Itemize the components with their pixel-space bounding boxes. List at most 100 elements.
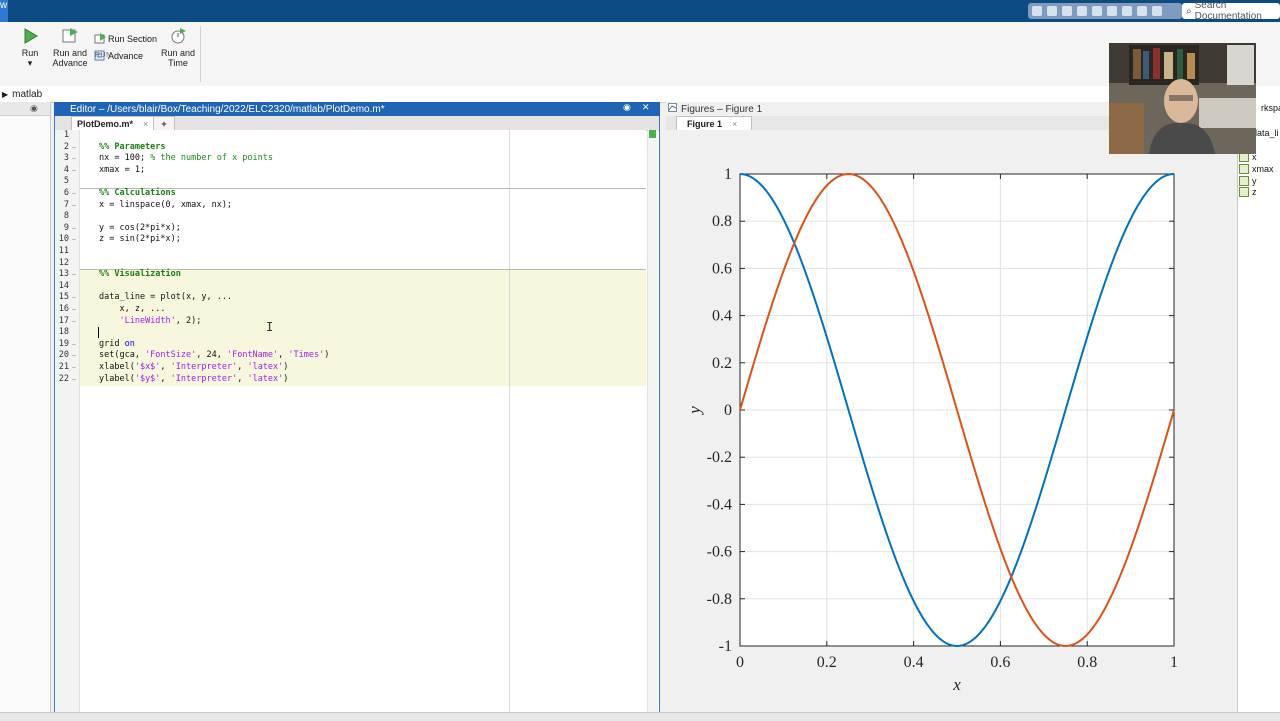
help-icon[interactable] (1137, 6, 1147, 16)
code-line[interactable]: 'LineWidth', 2); (99, 316, 201, 328)
code-line[interactable]: x, z, ... (99, 304, 165, 316)
line-number[interactable]: 9 (55, 223, 69, 235)
breakpoint-dash-icon[interactable]: – (72, 200, 76, 212)
chevron-right-icon[interactable]: ▶ (2, 90, 8, 99)
code-line[interactable]: x = linspace(0, xmax, nx); (99, 200, 232, 212)
line-number[interactable]: 6 (55, 188, 69, 200)
copy-icon[interactable] (1062, 6, 1072, 16)
code-line[interactable]: %% Parameters (99, 142, 166, 154)
minimize-toolstrip-icon[interactable] (1152, 6, 1162, 16)
run-button[interactable]: Run ▾ (16, 28, 44, 68)
breakpoint-dash-icon[interactable]: – (72, 304, 76, 316)
section-fold-icon[interactable]: – (72, 142, 76, 154)
line-number[interactable]: 5 (55, 176, 69, 188)
plot-figure[interactable]: 0 0.2 0.4 0.6 0.8 1 1 0.8 0.6 0.4 0.2 0 -0.2 -0.4 -0.6… (666, 130, 1236, 690)
code-line[interactable]: xmax = 1; (99, 165, 145, 177)
line-number[interactable]: 14 (55, 281, 69, 293)
cut-icon[interactable] (1047, 6, 1057, 16)
line-number[interactable]: 18 (55, 327, 69, 339)
section-fold-icon[interactable]: – (72, 188, 76, 200)
line-number[interactable]: 10 (55, 234, 69, 246)
code-token: %% Calculations (99, 188, 176, 198)
line-number[interactable]: 19 (55, 339, 69, 351)
line-number[interactable]: 13 (55, 269, 69, 281)
panel-options-icon[interactable]: ◉ (623, 102, 631, 113)
workspace-variable[interactable]: z (1239, 187, 1257, 197)
workspace-variable[interactable]: xmax (1239, 164, 1274, 174)
close-icon[interactable]: ✕ (642, 102, 650, 113)
breakpoint-dash-icon[interactable]: – (72, 350, 76, 362)
line-number[interactable]: 7 (55, 200, 69, 212)
search-icon: ⌕ (1186, 5, 1192, 17)
workspace-header-label: rkspa (1261, 103, 1280, 113)
editor-scrollbar[interactable] (647, 130, 658, 712)
variable-icon (1239, 164, 1249, 174)
code-token: 'Interpreter' (170, 362, 238, 372)
code-token: , 24, (196, 350, 227, 361)
code-line[interactable]: ylabel('$y$', 'Interpreter', 'latex') (99, 374, 288, 386)
breakpoint-dash-icon[interactable]: – (72, 234, 76, 246)
code-area[interactable] (80, 130, 646, 712)
section-fold-icon[interactable]: – (72, 269, 76, 281)
panel-options-icon[interactable]: ◉ (30, 103, 40, 113)
line-number[interactable]: 16 (55, 304, 69, 316)
line-number[interactable]: 22 (55, 374, 69, 386)
close-tab-icon[interactable]: × (143, 119, 148, 129)
breakpoint-dash-icon[interactable]: – (72, 316, 76, 328)
run-section-button[interactable]: Run Section (94, 33, 157, 44)
code-line[interactable]: data_line = plot(x, y, ... (99, 292, 232, 304)
run-and-time-button[interactable]: Run and Time (158, 27, 198, 68)
breakpoint-dash-icon[interactable]: – (72, 292, 76, 304)
breakpoint-dash-icon[interactable]: – (72, 165, 76, 177)
code-line[interactable]: y = cos(2*pi*x); (99, 223, 181, 235)
workspace-variable[interactable]: y (1239, 176, 1257, 186)
breakpoint-dash-icon[interactable]: – (72, 362, 76, 374)
paste-icon[interactable] (1077, 6, 1087, 16)
code-token: %% Visualization (99, 269, 181, 280)
line-number[interactable]: 4 (55, 165, 69, 177)
run-section-icon (94, 33, 106, 44)
line-number[interactable]: 2 (55, 142, 69, 154)
code-line[interactable]: set(gca, 'FontSize', 24, 'FontName', 'Ti… (99, 350, 329, 362)
code-line[interactable]: grid on (99, 339, 135, 351)
code-line[interactable]: nx = 100; % the number of x points (99, 153, 273, 165)
code-line[interactable]: %% Visualization (99, 269, 181, 281)
save-icon[interactable] (1032, 6, 1042, 16)
figure-window-icon (668, 103, 677, 115)
redo-icon[interactable] (1107, 6, 1117, 16)
chevron-down-icon[interactable]: ▾ (28, 58, 33, 68)
play-icon (24, 28, 38, 44)
app-tab[interactable]: w (0, 0, 8, 22)
line-number[interactable]: 1 (55, 130, 69, 142)
tab-plotdemo[interactable]: PlotDemo.m* × (71, 116, 158, 131)
line-number[interactable]: 15 (55, 292, 69, 304)
line-number[interactable]: 20 (55, 350, 69, 362)
close-tab-icon[interactable]: × (732, 119, 737, 129)
switch-windows-icon[interactable] (1122, 6, 1132, 16)
line-number[interactable]: 17 (55, 316, 69, 328)
current-folder-bar[interactable]: ▶ matlab (0, 86, 1280, 103)
code-line[interactable]: %% Calculations (99, 188, 176, 200)
line-number[interactable]: 12 (55, 258, 69, 270)
tab-figure-1[interactable]: Figure 1 × (676, 116, 752, 131)
editor-title: Editor – /Users/blair/Box/Teaching/2022/… (70, 103, 385, 115)
line-number[interactable]: 21 (55, 362, 69, 374)
line-number[interactable]: 3 (55, 153, 69, 165)
code-token: ) (283, 373, 289, 384)
line-number[interactable]: 8 (55, 211, 69, 223)
run-and-advance-button[interactable]: Run and Advance (50, 27, 90, 68)
breakpoint-dash-icon[interactable]: – (72, 153, 76, 165)
current-folder[interactable]: matlab (12, 89, 42, 100)
breakpoint-dash-icon[interactable]: – (72, 374, 76, 386)
code-token: ) (283, 362, 289, 372)
breakpoint-dash-icon[interactable]: – (72, 223, 76, 235)
code-analyzer-indicator[interactable] (649, 130, 656, 138)
line-number[interactable]: 11 (55, 246, 69, 258)
code-token: ) (324, 350, 330, 361)
breakpoint-dash-icon[interactable]: – (72, 339, 76, 351)
code-line[interactable]: z = sin(2*pi*x); (99, 234, 181, 246)
search-documentation-input[interactable]: ⌕ Search Documentation (1182, 0, 1280, 22)
y-axis-label: y (685, 406, 704, 416)
code-line[interactable]: xlabel('$x$', 'Interpreter', 'latex') (99, 362, 288, 374)
undo-icon[interactable] (1092, 6, 1102, 16)
